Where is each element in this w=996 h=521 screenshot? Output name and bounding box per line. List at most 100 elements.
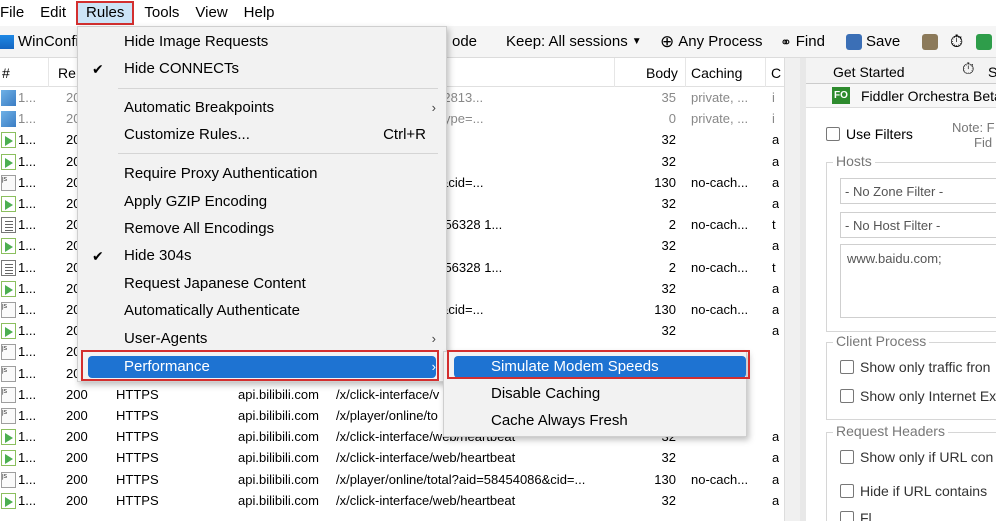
cell-url: /x/click-interface/web/heartbeat — [336, 492, 516, 508]
keep-sessions-dropdown[interactable]: Keep: All sessions ▼ — [506, 32, 642, 52]
cell-proto: HTTPS — [116, 471, 159, 487]
cell-num: 1... — [18, 238, 37, 254]
cell-proto: HTTPS — [116, 408, 159, 423]
show-only-ie-option[interactable]: Show only Internet Ex — [840, 388, 996, 404]
cell-host: api.bilibili.com — [238, 492, 319, 508]
rules-item-request-japanese-content[interactable]: Request Japanese Content — [78, 271, 446, 297]
session-list-scrollbar[interactable] — [784, 58, 800, 521]
cell-proto: HTTPS — [116, 492, 159, 508]
menu-separator — [118, 153, 438, 154]
hide-if-url-checkbox[interactable] — [840, 484, 854, 498]
use-filters-checkbox[interactable]: Use Filters — [826, 126, 913, 142]
text-wizard-button[interactable] — [976, 32, 992, 52]
doc-icon — [1, 259, 16, 276]
js-icon: js — [1, 386, 16, 403]
cell-body: 32 — [661, 492, 676, 508]
any-process-label: Any Process — [678, 33, 763, 50]
menu-view[interactable]: View — [187, 1, 235, 25]
show-only-url-checkbox[interactable] — [840, 450, 854, 464]
rules-item-automatic-breakpoints[interactable]: Automatic Breakpoints › — [78, 95, 446, 121]
tab-statistics[interactable]: S — [988, 64, 996, 80]
menu-edit[interactable]: Edit — [32, 1, 74, 25]
cell-body: 32 — [661, 238, 676, 254]
column-content-type[interactable]: C — [771, 65, 781, 81]
column-number[interactable]: # — [2, 65, 10, 81]
cell-host: api.bilibili.com — [238, 386, 319, 402]
rules-item-require-proxy-authentication[interactable]: Require Proxy Authentication — [78, 161, 446, 187]
hide-if-url-option[interactable]: Hide if URL contains — [840, 483, 987, 499]
cell-num: 1... — [18, 386, 37, 402]
flag-option[interactable]: Fl — [840, 510, 872, 521]
cell-ct: a — [772, 429, 780, 445]
column-result[interactable]: Re — [58, 65, 76, 81]
cell-ct: a — [772, 323, 780, 339]
table-row[interactable]: 1... 200 HTTPS api.bilibili.com/x/click-int… — [0, 448, 800, 469]
cell-ct: a — [772, 174, 780, 190]
rules-item-label: User-Agents — [124, 330, 208, 347]
rules-item-remove-all-encodings[interactable]: Remove All Encodings — [78, 216, 446, 242]
rules-item-apply-gzip-encoding[interactable]: Apply GZIP Encoding — [78, 189, 446, 215]
cell-num: 1... — [18, 196, 37, 211]
timer-button[interactable]: ⏱ — [950, 32, 963, 52]
camera-icon — [922, 34, 938, 50]
rules-item-hide-304s[interactable]: ✔ Hide 304s — [78, 243, 446, 269]
hosts-textarea[interactable]: www.baidu.com; — [840, 244, 996, 318]
mode-button[interactable]: ode — [452, 32, 477, 52]
table-row[interactable]: js 1... 200 HTTPS api.bilibili.com/x/player/… — [0, 470, 800, 491]
show-only-ie-checkbox[interactable] — [840, 389, 854, 403]
performance-item-cache-always-fresh[interactable]: Cache Always Fresh — [444, 408, 746, 434]
cell-cache: no-cach... — [691, 471, 749, 487]
crosshair-icon: ⊕ — [660, 32, 675, 51]
performance-item-disable-caching[interactable]: Disable Caching — [444, 381, 746, 407]
wizard-icon — [976, 34, 992, 50]
cell-num: 1... — [18, 153, 37, 169]
cell-res: 200 — [66, 450, 88, 466]
winconfig-button[interactable]: WinConfig — [0, 32, 87, 52]
cell-num: 1... — [18, 132, 37, 148]
chevron-right-icon: › — [431, 100, 436, 115]
show-only-traffic-option[interactable]: Show only traffic fron — [840, 359, 990, 375]
show-only-url-option[interactable]: Show only if URL con — [840, 449, 993, 465]
cell-body: 32 — [661, 450, 676, 466]
rules-item-customize-rules[interactable]: Customize Rules... Ctrl+R — [78, 122, 446, 148]
any-process-button[interactable]: ⊕ Any Process — [660, 32, 762, 52]
rules-item-automatically-authenticate[interactable]: Automatically Authenticate — [78, 298, 446, 324]
tab-get-started[interactable]: Get Started — [833, 64, 905, 80]
screenshot-button[interactable] — [922, 32, 938, 52]
filters-note-line1: Note: F — [952, 120, 995, 135]
show-only-traffic-checkbox[interactable] — [840, 360, 854, 374]
rules-item-user-agents[interactable]: User-Agents › — [78, 326, 446, 352]
js-icon: js — [1, 302, 16, 318]
column-body[interactable]: Body — [646, 65, 678, 81]
flag-checkbox[interactable] — [840, 511, 854, 521]
find-button[interactable]: ⚭ Find — [780, 32, 825, 52]
use-filters-box[interactable] — [826, 127, 840, 141]
performance-item-label: Disable Caching — [491, 385, 601, 402]
rules-item-hide-connects[interactable]: ✔ Hide CONNECTs — [78, 56, 446, 82]
stopwatch-icon: ⏱ — [962, 61, 975, 78]
performance-item-label: Cache Always Fresh — [491, 412, 628, 429]
request-headers-label: Request Headers — [833, 423, 948, 439]
save-button[interactable]: Save — [846, 32, 900, 52]
show-only-url-label: Show only if URL con — [860, 449, 994, 465]
cell-body: 0 — [668, 111, 676, 127]
host-filter-dropdown[interactable]: - No Host Filter - — [840, 212, 996, 238]
cell-ct: a — [772, 280, 780, 296]
cell-proto: HTTPS — [116, 429, 159, 445]
column-caching[interactable]: Caching — [691, 65, 742, 81]
js-icon: js — [1, 174, 16, 191]
arrow-icon — [1, 429, 16, 446]
filters-note: Note: F Fid — [952, 120, 995, 150]
cell-num: 1... — [18, 450, 37, 466]
menu-file[interactable]: File — [0, 1, 32, 25]
client-process-label: Client Process — [833, 333, 930, 349]
table-row[interactable]: 1... 200 HTTPS api.bilibili.com/x/click-int… — [0, 491, 800, 512]
menu-rules[interactable]: Rules — [76, 1, 135, 25]
menu-help[interactable]: Help — [236, 1, 283, 25]
zone-filter-dropdown[interactable]: - No Zone Filter - — [840, 178, 996, 204]
cell-body: 130 — [654, 302, 676, 317]
rules-item-hide-image-requests[interactable]: Hide Image Requests — [78, 29, 446, 55]
inspector-tabs: Get Started ⏱ S — [806, 58, 996, 84]
tab-fiddler-orchestra[interactable]: Fiddler Orchestra Beta — [861, 88, 996, 104]
menu-tools[interactable]: Tools — [136, 1, 187, 25]
